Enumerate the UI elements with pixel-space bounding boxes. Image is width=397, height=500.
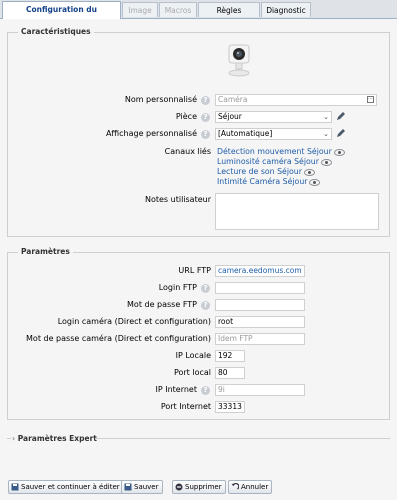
room-select-value: Séjour <box>218 112 242 121</box>
tab-image[interactable]: Image <box>122 2 158 17</box>
name-label: Nom personnalisé <box>124 95 197 104</box>
expert-legend: Paramètres Expert <box>17 434 97 443</box>
channel-link-label: Intimité Caméra Séjour <box>217 177 308 186</box>
tab-bar: Configuration du périphérique Image Macr… <box>0 0 397 30</box>
expert-divider <box>95 438 390 439</box>
display-select[interactable]: [Automatique] ⌄ <box>215 128 332 140</box>
param-label: URL FTP <box>178 266 211 275</box>
delete-button[interactable]: Supprimer <box>172 480 226 494</box>
save-continue-button[interactable]: Sauver et continuer à éditer <box>8 480 124 494</box>
param-label: IP Locale <box>175 351 211 360</box>
display-help-icon[interactable]: ? <box>201 130 210 139</box>
cancel-button[interactable]: Annuler <box>228 480 273 494</box>
param-label: Port Internet <box>160 402 211 411</box>
save-continue-label: Sauver et continuer à éditer <box>21 483 120 491</box>
eye-icon[interactable] <box>303 168 315 176</box>
notes-label: Notes utilisateur <box>144 195 211 204</box>
delete-label: Supprimer <box>185 483 222 491</box>
param-label: IP Internet <box>155 385 198 394</box>
chevron-right-icon: › <box>12 434 16 443</box>
chevron-down-icon: ⌄ <box>323 113 329 121</box>
camera-icon <box>228 44 250 77</box>
notes-textarea[interactable] <box>215 193 379 230</box>
eye-icon[interactable] <box>320 158 332 166</box>
param-input[interactable] <box>215 282 305 294</box>
edit-room-pencil-icon[interactable] <box>336 111 346 121</box>
param-input[interactable]: 33313 <box>215 401 245 413</box>
cancel-label: Annuler <box>241 483 269 491</box>
param-label: Login caméra (Direct et configuration) <box>57 317 211 326</box>
save-button[interactable]: Sauver <box>121 480 163 494</box>
param-input[interactable]: root <box>215 316 305 328</box>
text-options-icon[interactable]: ⋯ <box>367 96 374 103</box>
param-label: Mot de passe caméra (Direct et configura… <box>26 334 211 343</box>
channel-link[interactable]: Intimité Caméra Séjour <box>217 177 321 186</box>
param-input[interactable]: 80 <box>215 367 245 379</box>
undo-arrow-icon <box>231 483 239 490</box>
tab-associated-rules[interactable]: Règles associées <box>198 2 260 30</box>
save-label: Sauver <box>134 483 159 491</box>
tab-macros[interactable]: Macros <box>159 2 197 17</box>
param-input[interactable] <box>215 299 305 311</box>
expert-divider <box>7 438 11 439</box>
name-help-icon[interactable]: ? <box>201 96 210 105</box>
floppy-disk-icon <box>11 483 19 491</box>
minus-circle-icon <box>175 483 183 491</box>
param-label: Port local <box>173 368 211 377</box>
characteristics-legend: Caractéristiques <box>18 27 94 36</box>
help-icon[interactable]: ? <box>201 386 210 395</box>
channel-link-label: Lecture de son Séjour <box>217 167 302 176</box>
param-input[interactable]: camera.eedomus.com <box>215 265 305 277</box>
chevron-down-icon: ⌄ <box>323 130 329 138</box>
floppy-disk-icon <box>124 483 132 491</box>
help-icon[interactable]: ? <box>201 301 210 310</box>
channel-link[interactable]: Détection mouvement Séjour <box>217 147 345 156</box>
param-input[interactable]: 192 <box>215 350 245 362</box>
help-icon[interactable]: ? <box>201 284 210 293</box>
param-input[interactable]: 9i <box>215 384 305 396</box>
channels-label: Canaux liés <box>164 147 211 156</box>
channel-link[interactable]: Lecture de son Séjour <box>217 167 315 176</box>
room-label: Pièce <box>175 112 197 121</box>
channel-link-label: Détection mouvement Séjour <box>217 147 332 156</box>
display-label: Affichage personnalisé <box>105 129 197 138</box>
edit-display-pencil-icon[interactable] <box>336 128 346 138</box>
room-help-icon[interactable]: ? <box>201 113 210 122</box>
channel-link-label: Luminosité caméra Séjour <box>217 157 319 166</box>
name-input[interactable]: Caméra <box>215 94 377 106</box>
tab-diagnostic[interactable]: Diagnostic <box>261 2 311 17</box>
eye-icon[interactable] <box>333 148 345 156</box>
room-select[interactable]: Séjour ⌄ <box>215 111 332 123</box>
param-label: Mot de passe FTP <box>127 300 197 309</box>
tab-device-configuration[interactable]: Configuration du périphérique <box>2 1 121 29</box>
parameters-legend: Paramètres <box>18 247 73 256</box>
param-input[interactable]: Idem FTP <box>215 333 305 345</box>
expert-toggle[interactable]: › Paramètres Expert <box>12 434 97 443</box>
eye-icon[interactable] <box>309 178 321 186</box>
display-select-value: [Automatique] <box>218 129 273 138</box>
param-label: Login FTP <box>158 283 197 292</box>
channel-link[interactable]: Luminosité caméra Séjour <box>217 157 332 166</box>
